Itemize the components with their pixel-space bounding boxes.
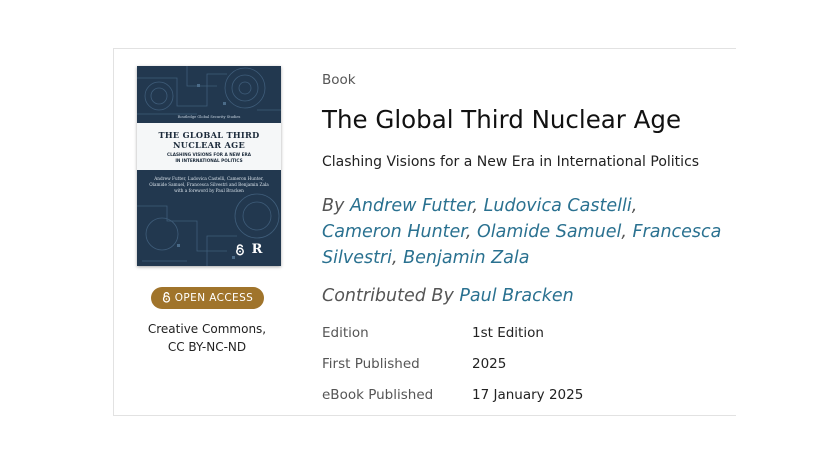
- license-line-1: Creative Commons,: [147, 322, 267, 336]
- first-published-label: First Published: [322, 356, 420, 372]
- open-access-lock-icon: [236, 244, 244, 256]
- contributor-line: Contributed By Paul Bracken: [322, 286, 574, 306]
- open-access-label: OPEN ACCESS: [174, 292, 254, 304]
- author-link[interactable]: Benjamin Zala: [403, 248, 529, 268]
- cover-series: Routledge Global Security Studies: [177, 115, 241, 119]
- edition-label: Edition: [322, 325, 369, 341]
- by-prefix: By: [322, 196, 345, 216]
- cover-subtitle: CLASHING VISIONS FOR A NEW ERA IN INTERN…: [167, 152, 251, 163]
- content-type-label: Book: [322, 72, 356, 88]
- book-cover-image[interactable]: Routledge Global Security Studies THE GL…: [137, 66, 281, 266]
- cover-title: THE GLOBAL THIRD NUCLEAR AGE: [158, 130, 260, 150]
- author-list: By Andrew Futter, Ludovica Castelli, Cam…: [322, 196, 722, 268]
- open-access-badge[interactable]: OPEN ACCESS: [151, 287, 264, 309]
- license-line-2: CC BY-NC-ND: [167, 340, 247, 354]
- author-link[interactable]: Cameron Hunter: [322, 222, 466, 242]
- publisher-logo-icon: R: [251, 242, 263, 257]
- contributed-by-prefix: Contributed By: [322, 286, 454, 306]
- author-link[interactable]: Ludovica Castelli: [484, 196, 632, 216]
- edition-value: 1st Edition: [472, 325, 544, 341]
- first-published-value: 2025: [472, 356, 507, 372]
- cover-authors: Andrew Futter, Ludovica Castelli, Camero…: [145, 176, 273, 195]
- author-link[interactable]: Olamide Samuel: [477, 222, 621, 242]
- cover-foreword: with a foreword by Paul Bracken: [174, 188, 244, 194]
- open-access-lock-icon: [162, 292, 170, 303]
- author-link[interactable]: Andrew Futter: [350, 196, 473, 216]
- book-subtitle: Clashing Visions for a New Era in Intern…: [322, 154, 700, 170]
- contributor-link[interactable]: Paul Bracken: [459, 286, 573, 306]
- book-title: The Global Third Nuclear Age: [322, 105, 682, 134]
- license-text: Creative Commons, CC BY-NC-ND: [137, 320, 277, 356]
- cover-author-list: Andrew Futter, Ludovica Castelli, Camero…: [149, 176, 269, 188]
- ebook-published-value: 17 January 2025: [472, 387, 584, 403]
- ebook-published-label: eBook Published: [322, 387, 434, 403]
